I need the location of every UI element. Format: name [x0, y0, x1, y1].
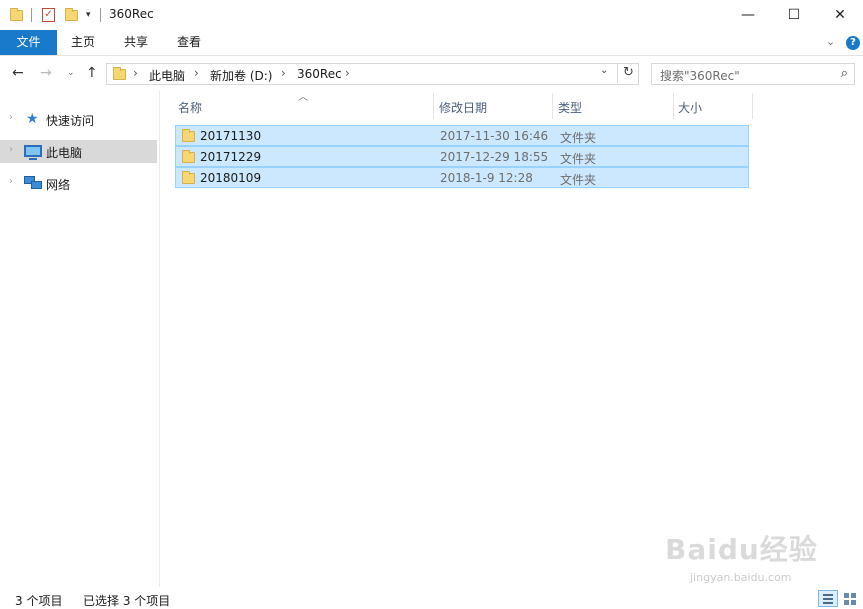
tab-file[interactable]: 文件 — [0, 30, 57, 55]
column-header-type[interactable]: 类型 — [558, 93, 672, 119]
file-row[interactable]: 20171130 2017-11-30 16:46 文件夹 — [175, 125, 749, 146]
back-button[interactable]: ← — [12, 65, 24, 81]
nav-item-quick-access[interactable]: › ★ 快速访问 — [0, 108, 157, 131]
expand-arrow-icon[interactable]: › — [9, 144, 13, 155]
expand-arrow-icon[interactable]: › — [9, 112, 13, 123]
item-count: 3 个项目 — [15, 594, 63, 608]
folder-icon — [182, 129, 195, 142]
chevron-right-icon[interactable]: › — [345, 66, 350, 80]
new-folder-icon[interactable] — [65, 6, 78, 24]
column-divider[interactable] — [433, 93, 434, 119]
title-bar: ✓ ▾ 360Rec — ☐ ✕ — [0, 0, 863, 30]
file-name: 20171130 — [200, 129, 262, 143]
tab-view[interactable]: 查看 — [167, 30, 211, 55]
selected-count: 已选择 3 个项目 — [83, 594, 171, 608]
chevron-right-icon[interactable]: › — [281, 66, 286, 80]
address-dropdown-icon[interactable]: ⌄ — [600, 65, 608, 76]
refresh-button[interactable]: ↻ — [617, 63, 639, 83]
file-modified: 2017-12-29 18:55 — [440, 150, 549, 164]
file-type: 文件夹 — [560, 173, 597, 187]
chevron-right-icon[interactable]: › — [133, 66, 138, 80]
nav-item-network[interactable]: › 网络 — [0, 172, 157, 195]
breadcrumb-this-pc[interactable]: 此电脑 — [149, 67, 185, 84]
star-icon: ★ — [26, 111, 39, 127]
folder-icon — [182, 150, 195, 163]
folder-icon — [10, 6, 23, 24]
customize-toolbar-icon[interactable]: ▾ — [86, 6, 91, 24]
file-modified: 2018-1-9 12:28 — [440, 171, 533, 185]
file-type: 文件夹 — [560, 152, 597, 166]
network-icon — [24, 176, 42, 190]
navigation-pane: › ★ 快速访问 › 此电脑 › 网络 — [0, 90, 160, 587]
nav-item-label: 快速访问 — [46, 114, 95, 128]
computer-icon — [24, 145, 42, 160]
column-header-name[interactable]: 名称 — [178, 93, 433, 119]
status-bar: 3 个项目 已选择 3 个项目 — [0, 587, 863, 609]
expand-arrow-icon[interactable]: › — [9, 176, 13, 187]
baidu-watermark: Baidu经验 — [665, 533, 818, 566]
nav-item-label: 网络 — [46, 178, 71, 192]
search-icon[interactable]: ⌕ — [841, 66, 848, 81]
separator — [31, 6, 32, 24]
folder-icon — [113, 67, 126, 80]
column-divider[interactable] — [673, 93, 674, 119]
file-name: 20180109 — [200, 171, 262, 185]
search-placeholder: 搜索"360Rec" — [660, 69, 740, 83]
file-type: 文件夹 — [560, 131, 597, 145]
address-bar[interactable]: › 此电脑 › 新加卷 (D:) › 360Rec › — [106, 63, 639, 85]
close-button[interactable]: ✕ — [817, 0, 863, 30]
forward-button[interactable]: → — [40, 65, 52, 81]
large-icons-view-button[interactable] — [840, 590, 860, 607]
ribbon-tabs: 文件 主页 共享 查看 ⌄ — [0, 30, 863, 56]
nav-item-label: 此电脑 — [46, 146, 83, 160]
details-view-button[interactable] — [818, 590, 838, 607]
column-header-modified[interactable]: 修改日期 — [439, 93, 551, 119]
watermark-url: jingyan.baidu.com — [690, 571, 792, 584]
breadcrumb-360rec[interactable]: 360Rec — [297, 67, 342, 81]
file-row[interactable]: 20171229 2017-12-29 18:55 文件夹 — [175, 146, 749, 167]
column-divider[interactable] — [752, 93, 753, 119]
properties-icon[interactable]: ✓ — [42, 6, 55, 24]
search-box[interactable]: 搜索"360Rec" ⌕ — [651, 63, 855, 85]
window-title: 360Rec — [109, 7, 154, 21]
column-divider[interactable] — [552, 93, 553, 119]
recent-locations-button[interactable]: ⌄ — [67, 68, 75, 78]
file-row[interactable]: 20180109 2018-1-9 12:28 文件夹 — [175, 167, 749, 188]
maximize-button[interactable]: ☐ — [771, 0, 817, 30]
file-modified: 2017-11-30 16:46 — [440, 129, 549, 143]
breadcrumb-drive-d[interactable]: 新加卷 (D:) — [210, 67, 272, 84]
chevron-right-icon[interactable]: › — [194, 66, 199, 80]
nav-item-this-pc[interactable]: › 此电脑 — [0, 140, 157, 163]
expand-ribbon-icon[interactable]: ⌄ — [826, 35, 835, 48]
column-header-size[interactable]: 大小 — [678, 93, 752, 119]
tab-home[interactable]: 主页 — [61, 30, 105, 55]
file-name: 20171229 — [200, 150, 262, 164]
minimize-button[interactable]: — — [725, 0, 771, 30]
separator — [100, 6, 101, 24]
tab-share[interactable]: 共享 — [114, 30, 158, 55]
folder-icon — [182, 171, 195, 184]
up-button[interactable]: ↑ — [86, 65, 98, 81]
help-icon[interactable]: ? — [846, 36, 860, 50]
